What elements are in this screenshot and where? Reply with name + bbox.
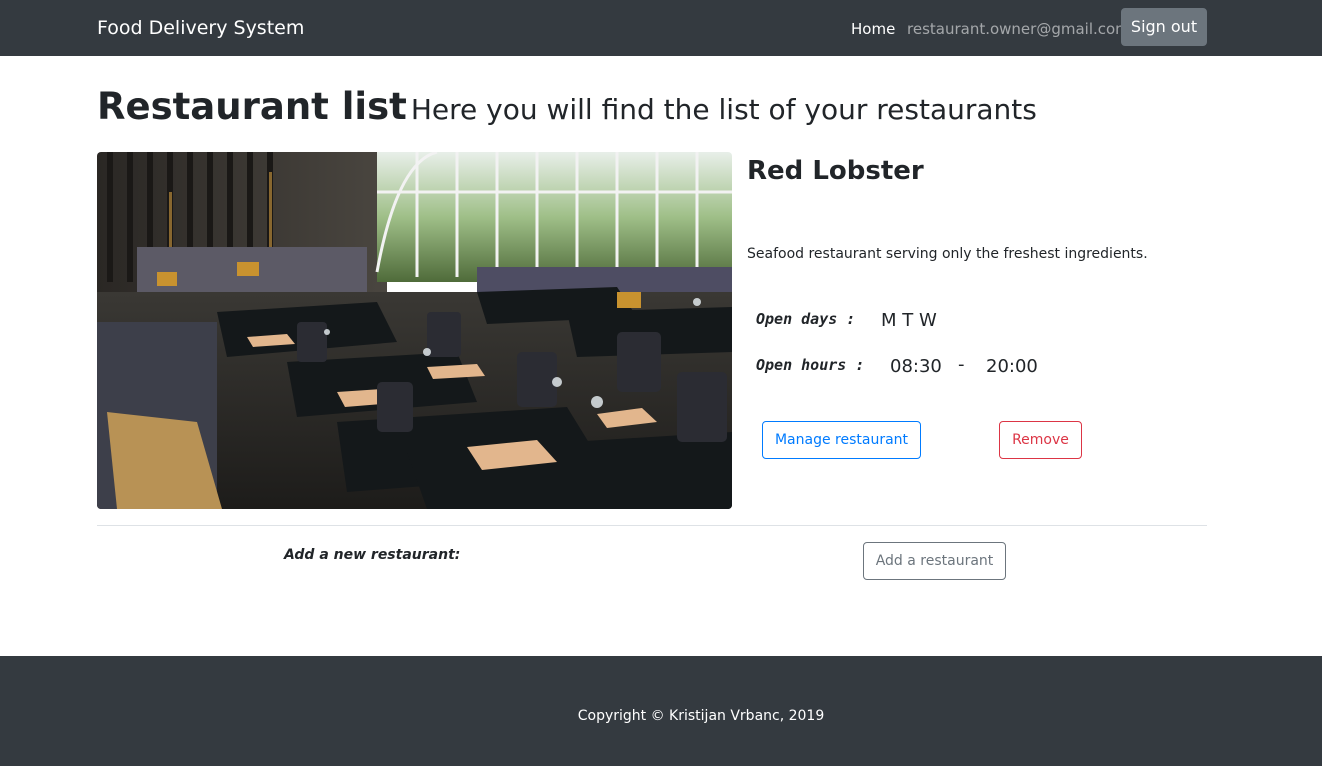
sign-out-button[interactable]: Sign out	[1121, 8, 1207, 46]
add-restaurant-button[interactable]: Add a restaurant	[863, 542, 1006, 580]
manage-restaurant-button[interactable]: Manage restaurant	[762, 421, 921, 459]
open-hours-from: 08:30	[890, 356, 942, 377]
open-hours-separator: -	[958, 354, 965, 375]
open-days-label: Open days :	[756, 310, 856, 328]
open-days-value: M T W	[881, 310, 937, 331]
restaurant-image	[97, 152, 732, 509]
section-divider	[97, 525, 1207, 526]
open-hours-to: 20:00	[986, 356, 1038, 377]
page-heading: Restaurant list Here you will find the li…	[97, 84, 1037, 133]
nav-home-link[interactable]: Home	[851, 19, 895, 39]
remove-restaurant-button[interactable]: Remove	[999, 421, 1082, 459]
restaurant-description: Seafood restaurant serving only the fres…	[747, 246, 1148, 262]
copyright-label: Copyright © Kristijan Vrbanc, 2019	[577, 708, 825, 724]
copyright-text: Copyright © Kristijan Vrbanc, 2019	[0, 706, 1302, 726]
open-hours-label: Open hours :	[756, 356, 865, 374]
top-navbar: Food Delivery System Home restaurant.own…	[0, 0, 1322, 56]
add-restaurant-label: Add a new restaurant:	[284, 547, 461, 563]
brand-link[interactable]: Food Delivery System	[97, 16, 304, 40]
page-title: Restaurant list	[97, 85, 407, 128]
page-subtitle: Here you will find the list of your rest…	[410, 93, 1037, 126]
restaurant-name: Red Lobster	[747, 156, 924, 186]
user-email: restaurant.owner@gmail.com	[907, 20, 1130, 38]
page-footer: Copyright © Kristijan Vrbanc, 2019	[0, 656, 1322, 766]
